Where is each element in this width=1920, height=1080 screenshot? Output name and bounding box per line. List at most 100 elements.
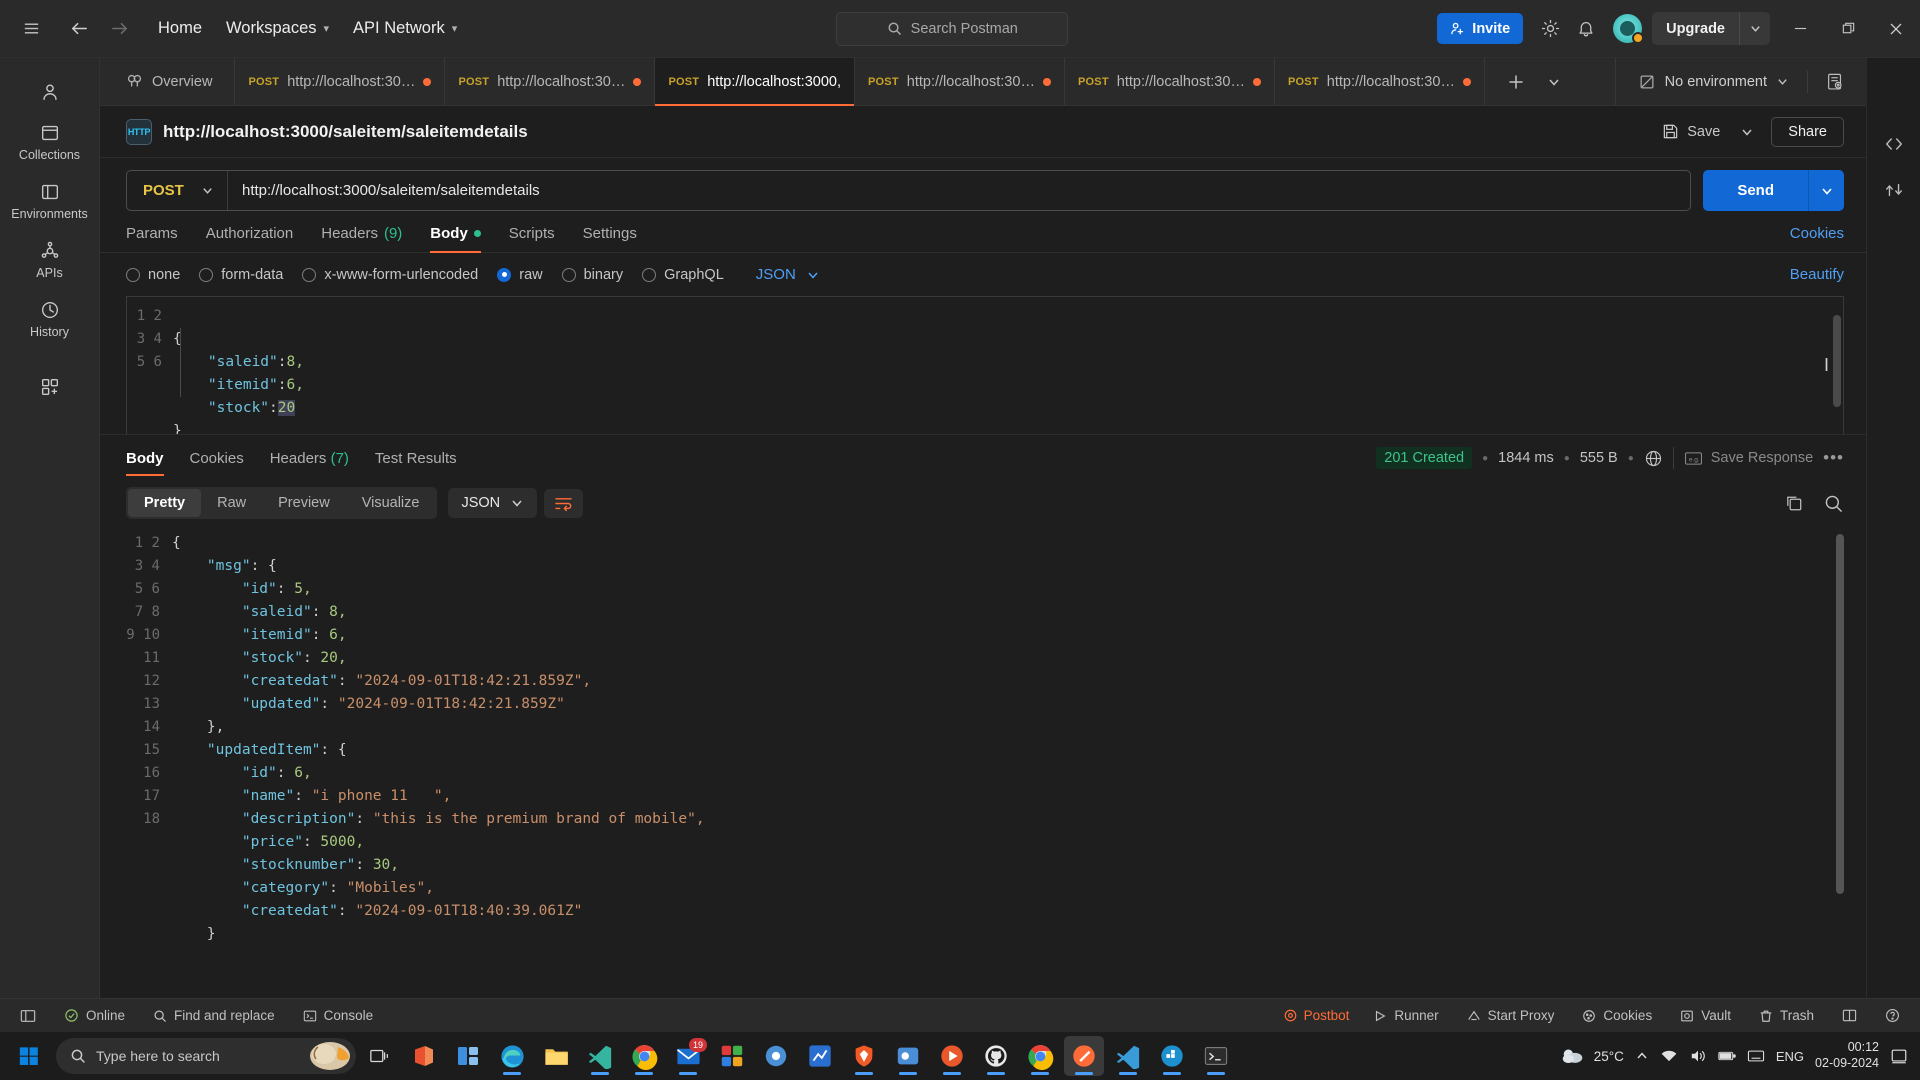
send-button[interactable]: Send (1703, 170, 1809, 211)
taskbar-app-postman-alt[interactable] (888, 1036, 928, 1076)
nav-workspaces[interactable]: Workspaces ▾ (216, 13, 339, 44)
sidebar-item-collections[interactable]: Collections (9, 113, 91, 169)
tab-body[interactable]: Body (430, 225, 481, 252)
console-button[interactable]: Console (299, 1005, 378, 1026)
taskbar-app-postman[interactable] (1064, 1036, 1104, 1076)
battery-icon[interactable] (1718, 1049, 1736, 1063)
taskbar-app-office[interactable] (404, 1036, 444, 1076)
taskbar-search-input[interactable]: Type here to search (56, 1038, 356, 1074)
compare-icon[interactable] (1876, 172, 1912, 208)
tab-authorization[interactable]: Authorization (206, 225, 294, 252)
start-button[interactable] (6, 1036, 52, 1076)
response-tab-test-results[interactable]: Test Results (375, 450, 457, 476)
request-body-editor[interactable]: 1 2 3 4 5 6 { "saleid":8, "itemid":6, "s… (126, 296, 1844, 434)
tab-scripts[interactable]: Scripts (509, 225, 555, 252)
notification-center-icon[interactable] (1890, 1047, 1908, 1065)
nav-api-network[interactable]: API Network ▾ (343, 13, 467, 44)
help-icon[interactable] (1881, 1005, 1904, 1026)
settings-gear-icon[interactable] (1533, 12, 1567, 46)
response-tab-body[interactable]: Body (126, 450, 164, 476)
response-tab-headers[interactable]: Headers (7) (270, 450, 349, 476)
online-status[interactable]: Online (60, 1005, 129, 1026)
wrap-lines-button[interactable] (544, 489, 583, 518)
taskbar-app-media-player[interactable] (932, 1036, 972, 1076)
response-tab-cookies[interactable]: Cookies (190, 450, 244, 476)
response-format-selector[interactable]: JSON (448, 488, 537, 518)
sidebar-item-more[interactable] (9, 367, 91, 405)
taskbar-app-vscode-insiders[interactable] (580, 1036, 620, 1076)
invite-button[interactable]: Invite (1437, 13, 1523, 44)
cookies-button[interactable]: Cookies (1578, 1005, 1656, 1026)
vault-button[interactable]: Vault (1676, 1005, 1735, 1026)
hamburger-icon[interactable] (14, 12, 48, 46)
save-options-chevron-down-icon[interactable] (1733, 118, 1761, 146)
body-option-graphql[interactable]: GraphQL (642, 267, 724, 283)
task-view-button[interactable] (360, 1036, 400, 1076)
body-option-form-data[interactable]: form-data (199, 267, 283, 283)
keyboard-layout-icon[interactable] (1747, 1048, 1765, 1064)
response-body[interactable]: 1 2 3 4 5 6 7 8 9 10 11 12 13 14 15 16 1… (100, 528, 1866, 998)
layout-toggle-icon[interactable] (1838, 1005, 1861, 1026)
forward-arrow-icon[interactable] (102, 12, 136, 46)
sidebar-item-person[interactable] (9, 72, 91, 110)
find-and-replace[interactable]: Find and replace (149, 1005, 279, 1026)
taskbar-app-chrome-2[interactable] (1020, 1036, 1060, 1076)
copy-icon[interactable] (1784, 493, 1805, 514)
cookies-link[interactable]: Cookies (1790, 225, 1844, 252)
url-input[interactable] (228, 171, 1690, 210)
sidebar-item-apis[interactable]: APIs (9, 231, 91, 287)
close-button[interactable] (1872, 0, 1920, 58)
runner-button[interactable]: Runner (1369, 1005, 1442, 1026)
body-option-none[interactable]: none (126, 267, 180, 283)
sidebar-toggle-icon[interactable] (16, 1005, 40, 1027)
upgrade-chevron-down-icon[interactable] (1740, 12, 1770, 45)
notifications-bell-icon[interactable] (1569, 12, 1603, 46)
request-tab[interactable]: POST http://localhost:3000, (1275, 58, 1485, 105)
search-icon[interactable] (1823, 493, 1844, 514)
tab-overview[interactable]: Overview (100, 58, 235, 105)
weather-widget[interactable]: 25°C (1560, 1046, 1624, 1066)
taskbar-app-settings[interactable] (756, 1036, 796, 1076)
upgrade-button[interactable]: Upgrade (1652, 12, 1740, 45)
editor-content[interactable]: { "saleid":8, "itemid":6, "stock":20 } (173, 297, 1843, 434)
view-mode-raw[interactable]: Raw (201, 489, 262, 517)
taskbar-app-store[interactable] (712, 1036, 752, 1076)
beautify-button[interactable]: Beautify (1790, 266, 1844, 283)
request-tab[interactable]: POST http://localhost:3000, (855, 58, 1065, 105)
start-proxy-button[interactable]: Start Proxy (1463, 1005, 1559, 1026)
volume-icon[interactable] (1689, 1048, 1707, 1064)
request-tab[interactable]: POST http://localhost:3000, (235, 58, 445, 105)
response-more-options-icon[interactable]: ••• (1823, 448, 1844, 468)
taskbar-clock[interactable]: 00:12 02-09-2024 (1815, 1040, 1879, 1071)
editor-scrollbar[interactable] (1833, 315, 1841, 407)
body-option-raw[interactable]: raw (497, 267, 542, 283)
http-method-selector[interactable]: POST (127, 171, 228, 210)
taskbar-app-docker[interactable] (1152, 1036, 1192, 1076)
back-arrow-icon[interactable] (62, 12, 96, 46)
view-mode-preview[interactable]: Preview (262, 489, 346, 517)
response-scrollbar[interactable] (1836, 534, 1844, 894)
code-snippet-icon[interactable] (1876, 126, 1912, 162)
show-hidden-icons-chevron-up-icon[interactable] (1635, 1049, 1649, 1063)
response-json-content[interactable]: { "msg": { "id": 5, "saleid": 8, "itemid… (172, 528, 1866, 998)
send-options-chevron-down-icon[interactable] (1809, 170, 1844, 211)
view-mode-visualize[interactable]: Visualize (346, 489, 436, 517)
taskbar-app-github[interactable] (976, 1036, 1016, 1076)
sidebar-item-history[interactable]: History (9, 290, 91, 346)
tab-settings[interactable]: Settings (583, 225, 637, 252)
request-tab-active[interactable]: POST http://localhost:3000, (655, 58, 855, 105)
request-tab[interactable]: POST http://localhost:3000, (445, 58, 655, 105)
globe-icon[interactable] (1644, 449, 1663, 468)
request-tab[interactable]: POST http://localhost:3000, (1065, 58, 1275, 105)
search-input[interactable]: Search Postman (836, 12, 1068, 46)
tab-list-chevron-down-icon[interactable] (1537, 65, 1571, 99)
minimize-button[interactable] (1776, 0, 1824, 58)
taskbar-app-terminal[interactable] (1196, 1036, 1236, 1076)
trash-button[interactable]: Trash (1755, 1005, 1818, 1026)
taskbar-app-widgets[interactable] (448, 1036, 488, 1076)
taskbar-app-vscode[interactable] (1108, 1036, 1148, 1076)
save-response-button[interactable]: e.g. Save Response (1684, 450, 1813, 466)
save-request-button[interactable]: Save (1653, 117, 1729, 146)
taskbar-app-edge[interactable] (492, 1036, 532, 1076)
sidebar-item-environments[interactable]: Environments (9, 172, 91, 228)
